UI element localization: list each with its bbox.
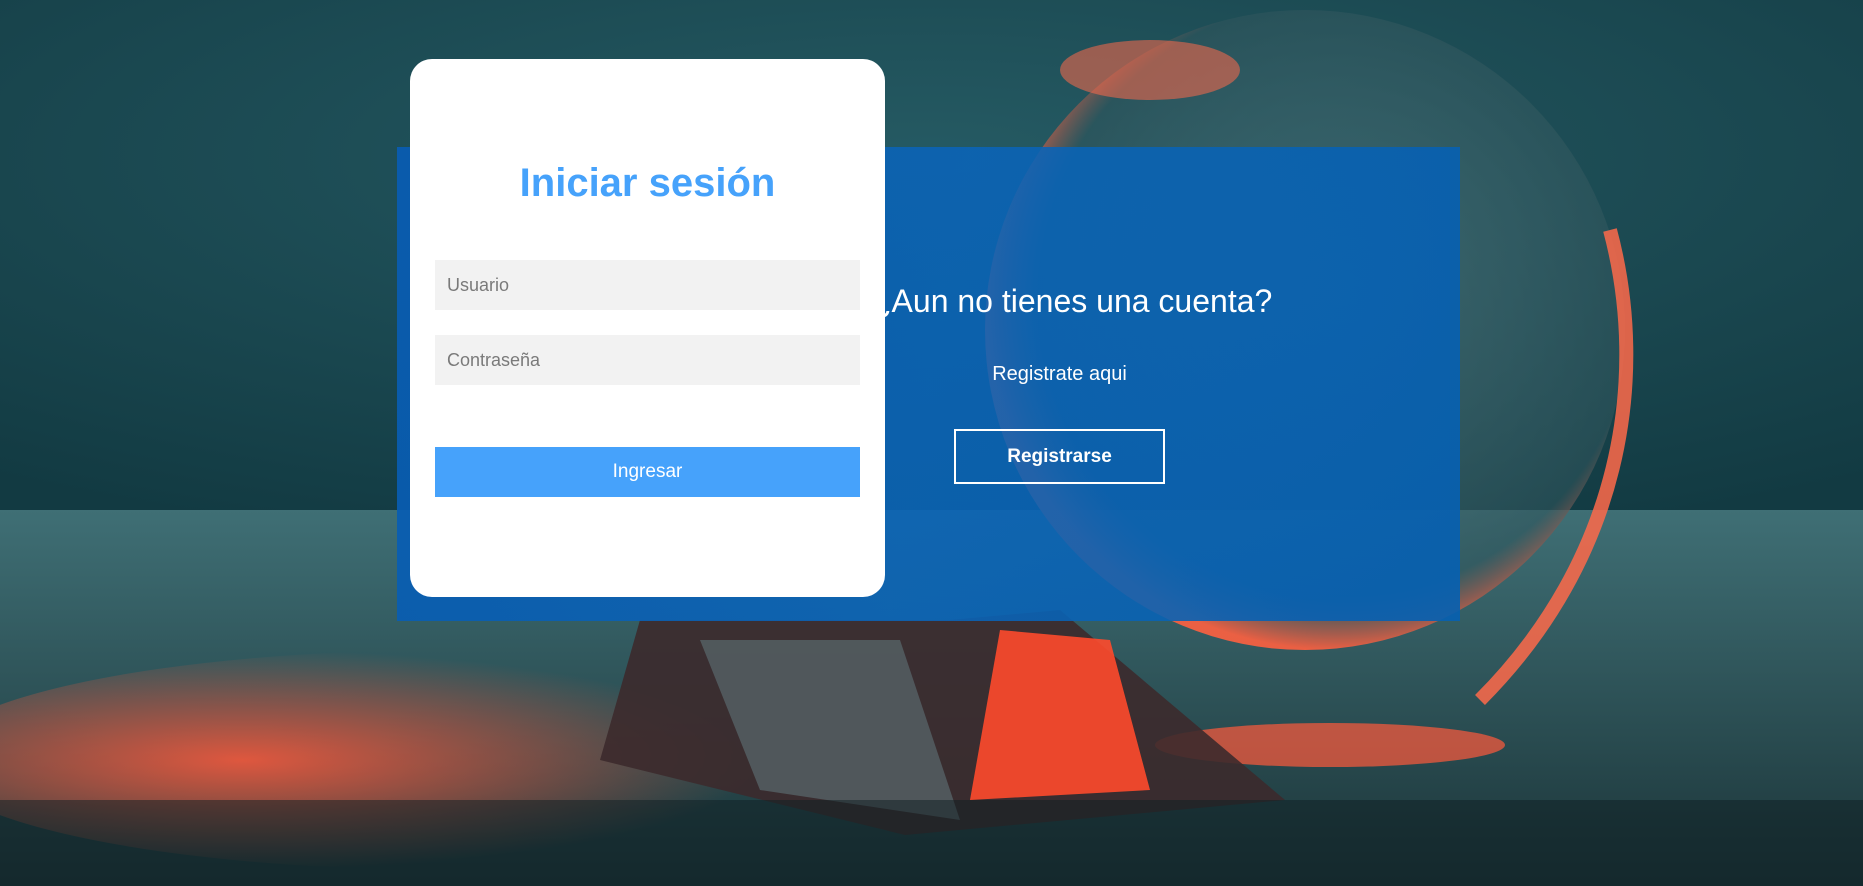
password-input[interactable] bbox=[435, 335, 860, 385]
login-submit-button[interactable]: Ingresar bbox=[435, 447, 860, 497]
register-title: ¿Aun no tienes una cuenta? bbox=[872, 283, 1273, 319]
login-title: Iniciar sesión bbox=[519, 161, 776, 205]
register-text: Registrate aqui bbox=[992, 363, 1127, 385]
login-card: Iniciar sesión Ingresar bbox=[410, 59, 885, 597]
register-button[interactable]: Registrarse bbox=[954, 429, 1165, 484]
username-input[interactable] bbox=[435, 260, 860, 310]
